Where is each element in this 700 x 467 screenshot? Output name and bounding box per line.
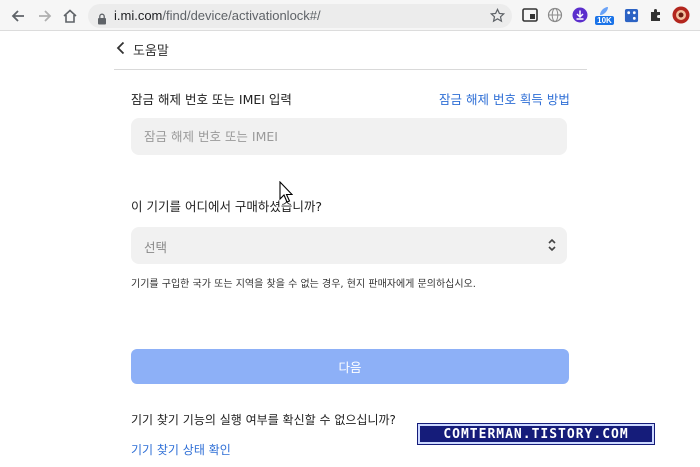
select-value: 선택: [144, 240, 168, 255]
purchase-location-label: 이 기기를 어디에서 구매하셨습니까?: [131, 199, 323, 214]
lock-icon[interactable]: [97, 10, 107, 29]
profile-avatar-icon[interactable]: [672, 6, 690, 24]
next-button[interactable]: 다음: [131, 349, 569, 384]
page-content: 도움말 잠금 해제 번호 또는 IMEI 입력 잠금 해제 번호 획득 방법 이…: [0, 31, 700, 467]
find-device-status-link[interactable]: 기기 찾기 상태 확인: [131, 441, 231, 458]
puzzle-extensions-icon[interactable]: [647, 6, 665, 24]
unlock-number-input[interactable]: [131, 118, 567, 155]
back-label: 도움말: [133, 43, 169, 59]
picture-in-picture-icon[interactable]: [521, 6, 539, 24]
url-path: /find/device/activationlock#/: [162, 8, 321, 23]
watermark: COMTERMAN.TISTORY.COM: [418, 424, 654, 444]
extension-badge: 10K: [595, 16, 614, 25]
browser-toolbar: i.mi.com/find/device/activationlock#/ 10…: [0, 0, 700, 31]
url-text: i.mi.com/find/device/activationlock#/: [114, 8, 321, 23]
mouse-cursor-icon: [279, 180, 294, 207]
purchase-location-select[interactable]: 선택: [131, 227, 567, 264]
download-extension-icon[interactable]: [571, 6, 589, 24]
chevron-left-icon: [116, 40, 125, 59]
header-divider: [114, 69, 587, 70]
unlock-number-help-link[interactable]: 잠금 해제 번호 획득 방법: [439, 89, 570, 108]
back-arrow-icon[interactable]: [8, 6, 28, 26]
translate-globe-icon[interactable]: [546, 6, 564, 24]
select-updown-icon: [547, 237, 557, 257]
purchase-location-note: 기기를 구입한 국가 또는 지역을 찾을 수 없는 경우, 현지 판매자에게 문…: [131, 279, 476, 290]
address-bar[interactable]: i.mi.com/find/device/activationlock#/: [88, 4, 512, 28]
bookmark-star-icon[interactable]: [489, 7, 506, 27]
url-host: i.mi.com: [114, 8, 163, 23]
find-device-question: 기기 찾기 기능의 실행 여부를 확신할 수 없으십니까?: [131, 413, 396, 427]
unlock-number-label: 잠금 해제 번호 또는 IMEI 입력: [131, 92, 292, 107]
forward-arrow-icon[interactable]: [35, 6, 55, 26]
home-icon[interactable]: [60, 6, 80, 26]
dice-extension-icon[interactable]: [622, 6, 640, 24]
watermark-text: COMTERMAN.TISTORY.COM: [443, 426, 629, 442]
counter-extension-icon[interactable]: 10K: [594, 5, 614, 25]
help-back-link[interactable]: 도움말: [116, 39, 169, 59]
